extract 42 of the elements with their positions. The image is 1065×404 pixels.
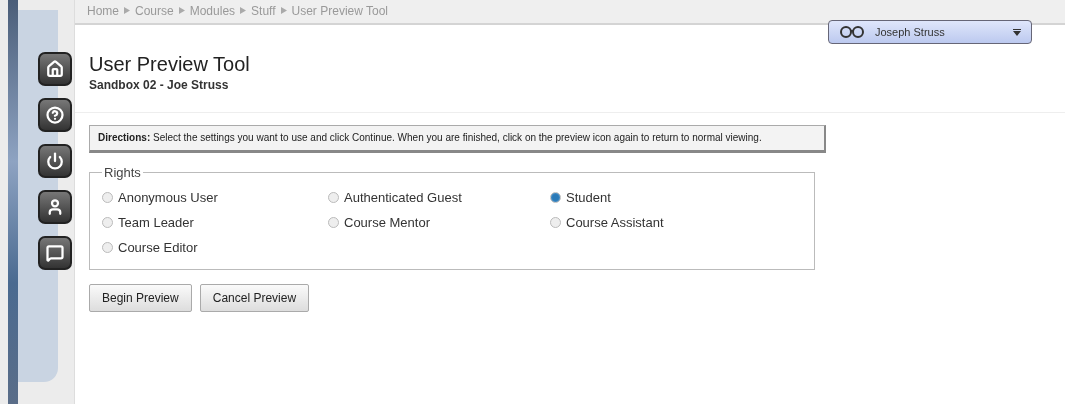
radio-button[interactable] [328, 217, 339, 228]
breadcrumb-separator-icon [124, 7, 130, 14]
breadcrumb-separator-icon [178, 7, 185, 14]
radio-button[interactable] [550, 192, 561, 203]
chat-button[interactable] [38, 236, 72, 270]
group-legend: Rights [102, 165, 143, 180]
glasses-icon [839, 26, 865, 38]
breadcrumb-link[interactable]: Home [87, 3, 119, 18]
breadcrumb-link[interactable]: Stuff [251, 3, 276, 18]
radio-label: Course Editor [118, 240, 198, 255]
preview-button[interactable]: Begin Preview [89, 284, 192, 312]
chat-icon [46, 244, 64, 262]
radio-button[interactable] [102, 242, 113, 253]
radio-label: Anonymous User [118, 190, 218, 205]
radio-label: Student [566, 190, 611, 205]
radio-button[interactable] [102, 192, 113, 203]
radio-label: Course Assistant [566, 215, 664, 230]
radio-label: Course Mentor [344, 215, 430, 230]
person-icon [46, 198, 64, 216]
help-button[interactable] [38, 98, 72, 132]
breadcrumb-separator-icon [280, 7, 287, 14]
power-button[interactable] [38, 144, 72, 178]
power-icon [46, 152, 64, 170]
breadcrumb-link[interactable]: Course [135, 3, 174, 18]
home-button[interactable] [38, 52, 72, 86]
preview-button[interactable]: Cancel Preview [199, 284, 310, 312]
breadcrumb-link[interactable]: Modules [189, 3, 236, 18]
home-icon [46, 60, 64, 78]
radio-button[interactable] [328, 192, 339, 203]
page-subtitle: Sandbox 02 - Joe Struss [89, 78, 230, 92]
directions-text: Directions: Select the settings you want to use and click Continue. When you are finished, click on the preview icon again to return to normal viewing. [89, 125, 826, 153]
help-icon [46, 106, 64, 124]
page-title: User Preview Tool [89, 53, 251, 76]
radio-label: Authenticated Guest [344, 190, 462, 205]
person-button[interactable] [38, 190, 72, 224]
breadcrumb-separator-icon [240, 7, 247, 14]
radio-label: Team Leader [118, 215, 194, 230]
radio-button[interactable] [102, 217, 113, 228]
caret-icon [1013, 28, 1021, 36]
radio-button[interactable] [550, 217, 561, 228]
user-menu-button[interactable]: Joseph Struss [828, 20, 1032, 44]
breadcrumb-link[interactable]: User Preview Tool [291, 3, 388, 18]
